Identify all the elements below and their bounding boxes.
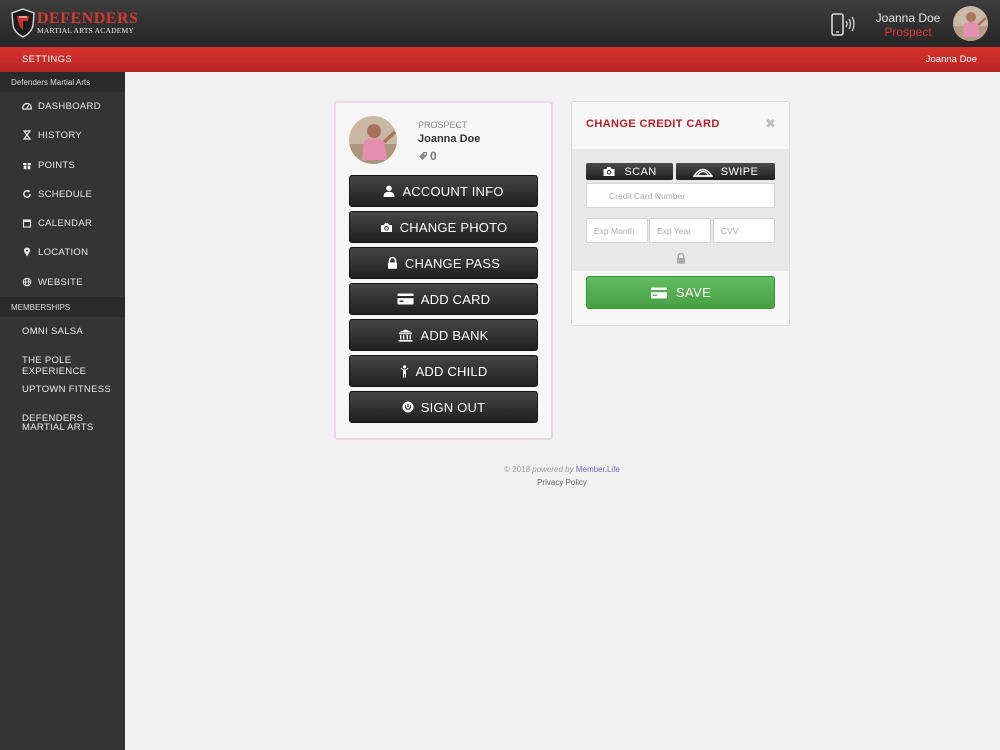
exp-month-input[interactable] (586, 218, 648, 243)
bank-icon (398, 329, 413, 342)
credit-card-icon (397, 293, 414, 305)
card-number-field-wrap (586, 183, 775, 208)
sidebar-item-label: SCHEDULE (38, 188, 93, 200)
camera-icon (380, 222, 392, 232)
logo[interactable]: DEFENDERS MARTIAL ARTS ACADEMY (10, 8, 138, 40)
header-user-name[interactable]: Joanna Doe (866, 11, 950, 25)
logo-subtitle: MARTIAL ARTS ACADEMY (37, 26, 134, 35)
membership-uptown-fitness[interactable]: UPTOWN FITNESS (0, 376, 125, 406)
lock-icon (387, 257, 397, 269)
scan-button[interactable]: SCAN (586, 163, 673, 180)
panel-title: CHANGE CREDIT CARD (586, 118, 720, 130)
swipe-button[interactable]: SWIPE (676, 163, 775, 180)
change-credit-card-panel: CHANGE CREDIT CARD ✖ SCAN SWIPE Credit C… (571, 101, 790, 326)
card-reader-icon (692, 168, 713, 177)
settings-label: SETTINGS (22, 54, 72, 65)
globe-icon (22, 277, 32, 287)
footer-credit: © 2018 powered by Member.Life (334, 465, 790, 474)
hourglass-icon (22, 130, 32, 140)
settings-user-name[interactable]: Joanna Doe (926, 54, 977, 65)
sidebar-item-dashboard[interactable]: DASHBOARD (0, 92, 125, 121)
tag-icon (419, 152, 427, 160)
sidebar-item-label: LOCATION (38, 247, 89, 259)
save-button[interactable]: SAVE (586, 276, 775, 309)
sidebar-item-schedule[interactable]: SCHEDULE (0, 180, 125, 209)
dashboard-icon (22, 102, 32, 110)
panel-footer: SAVE (572, 271, 789, 325)
sidebar-item-label: DASHBOARD (38, 101, 101, 112)
points-value: 0 (430, 149, 437, 163)
exp-year-input[interactable] (649, 218, 711, 243)
header-user-role: Prospect (884, 25, 932, 39)
membership-pole-experience[interactable]: THE POLE EXPERIENCE (0, 347, 125, 377)
add-card-button[interactable]: ADD CARD (349, 283, 538, 315)
powered-by: powered by (532, 465, 574, 474)
map-pin-icon (24, 247, 30, 257)
secure-lock-icon (676, 253, 686, 264)
change-pass-button[interactable]: CHANGE PASS (349, 247, 538, 279)
settings-bar: SETTINGS Joanna Doe (0, 47, 1000, 72)
card-number-input[interactable] (586, 183, 775, 208)
knight-helmet-icon (11, 8, 35, 38)
sidebar-item-label: CALENDAR (38, 218, 93, 230)
card-form: SCAN SWIPE (572, 149, 789, 271)
sidebar-section-title: Defenders Martial Arts (0, 72, 125, 92)
panel-header: CHANGE CREDIT CARD ✖ (572, 102, 789, 149)
avatar[interactable] (953, 6, 988, 41)
profile-role: PROSPECT (418, 120, 468, 130)
cvv-input[interactable] (713, 218, 775, 243)
user-icon (383, 185, 395, 197)
add-child-button[interactable]: ADD CHILD (349, 355, 538, 387)
calendar-icon (22, 219, 32, 228)
member-life-link[interactable]: Member.Life (576, 465, 620, 474)
change-photo-button[interactable]: CHANGE PHOTO (349, 211, 538, 243)
top-header: DEFENDERS MARTIAL ARTS ACADEMY Joanna Do… (0, 0, 1000, 47)
sidebar-item-label: WEBSITE (38, 276, 83, 288)
memberships-section-title: MEMBERSHIPS (0, 297, 125, 318)
gift-icon (23, 162, 31, 169)
sidebar: Defenders Martial Arts DASHBOARD HISTORY… (0, 72, 125, 750)
logo-title: DEFENDERS (37, 10, 139, 27)
sign-out-button[interactable]: SIGN OUT (349, 391, 538, 423)
sidebar-item-history[interactable]: HISTORY (0, 121, 125, 150)
sidebar-item-website[interactable]: WEBSITE (0, 268, 125, 297)
child-icon (400, 364, 408, 378)
sidebar-item-location[interactable]: LOCATION (0, 238, 125, 267)
profile-name: Joanna Doe (418, 133, 481, 145)
profile-points: 0 (418, 149, 437, 163)
privacy-policy-link[interactable]: Privacy Policy (334, 478, 790, 487)
camera-icon (603, 167, 615, 176)
close-icon[interactable]: ✖ (765, 116, 776, 132)
sidebar-item-label: POINTS (38, 159, 76, 171)
refresh-icon (23, 189, 31, 198)
add-bank-button[interactable]: ADD BANK (349, 319, 538, 351)
membership-defenders-martial-arts[interactable]: DEFENDERS MARTIAL ARTS (0, 406, 125, 432)
phone-nfc-icon[interactable] (830, 13, 856, 37)
sidebar-item-label: HISTORY (38, 130, 82, 142)
membership-omni-salsa[interactable]: OMNI SALSA (0, 317, 125, 347)
credit-card-icon (650, 287, 667, 298)
account-info-button[interactable]: ACCOUNT INFO (349, 175, 538, 207)
sidebar-item-points[interactable]: POINTS (0, 151, 125, 180)
profile-avatar[interactable] (349, 116, 397, 164)
copyright: © 2018 (504, 465, 531, 474)
power-icon (402, 401, 414, 413)
sidebar-item-calendar[interactable]: CALENDAR (0, 209, 125, 238)
profile-card: PROSPECT Joanna Doe 0 ACCOUNT INFO CHANG… (334, 101, 553, 440)
